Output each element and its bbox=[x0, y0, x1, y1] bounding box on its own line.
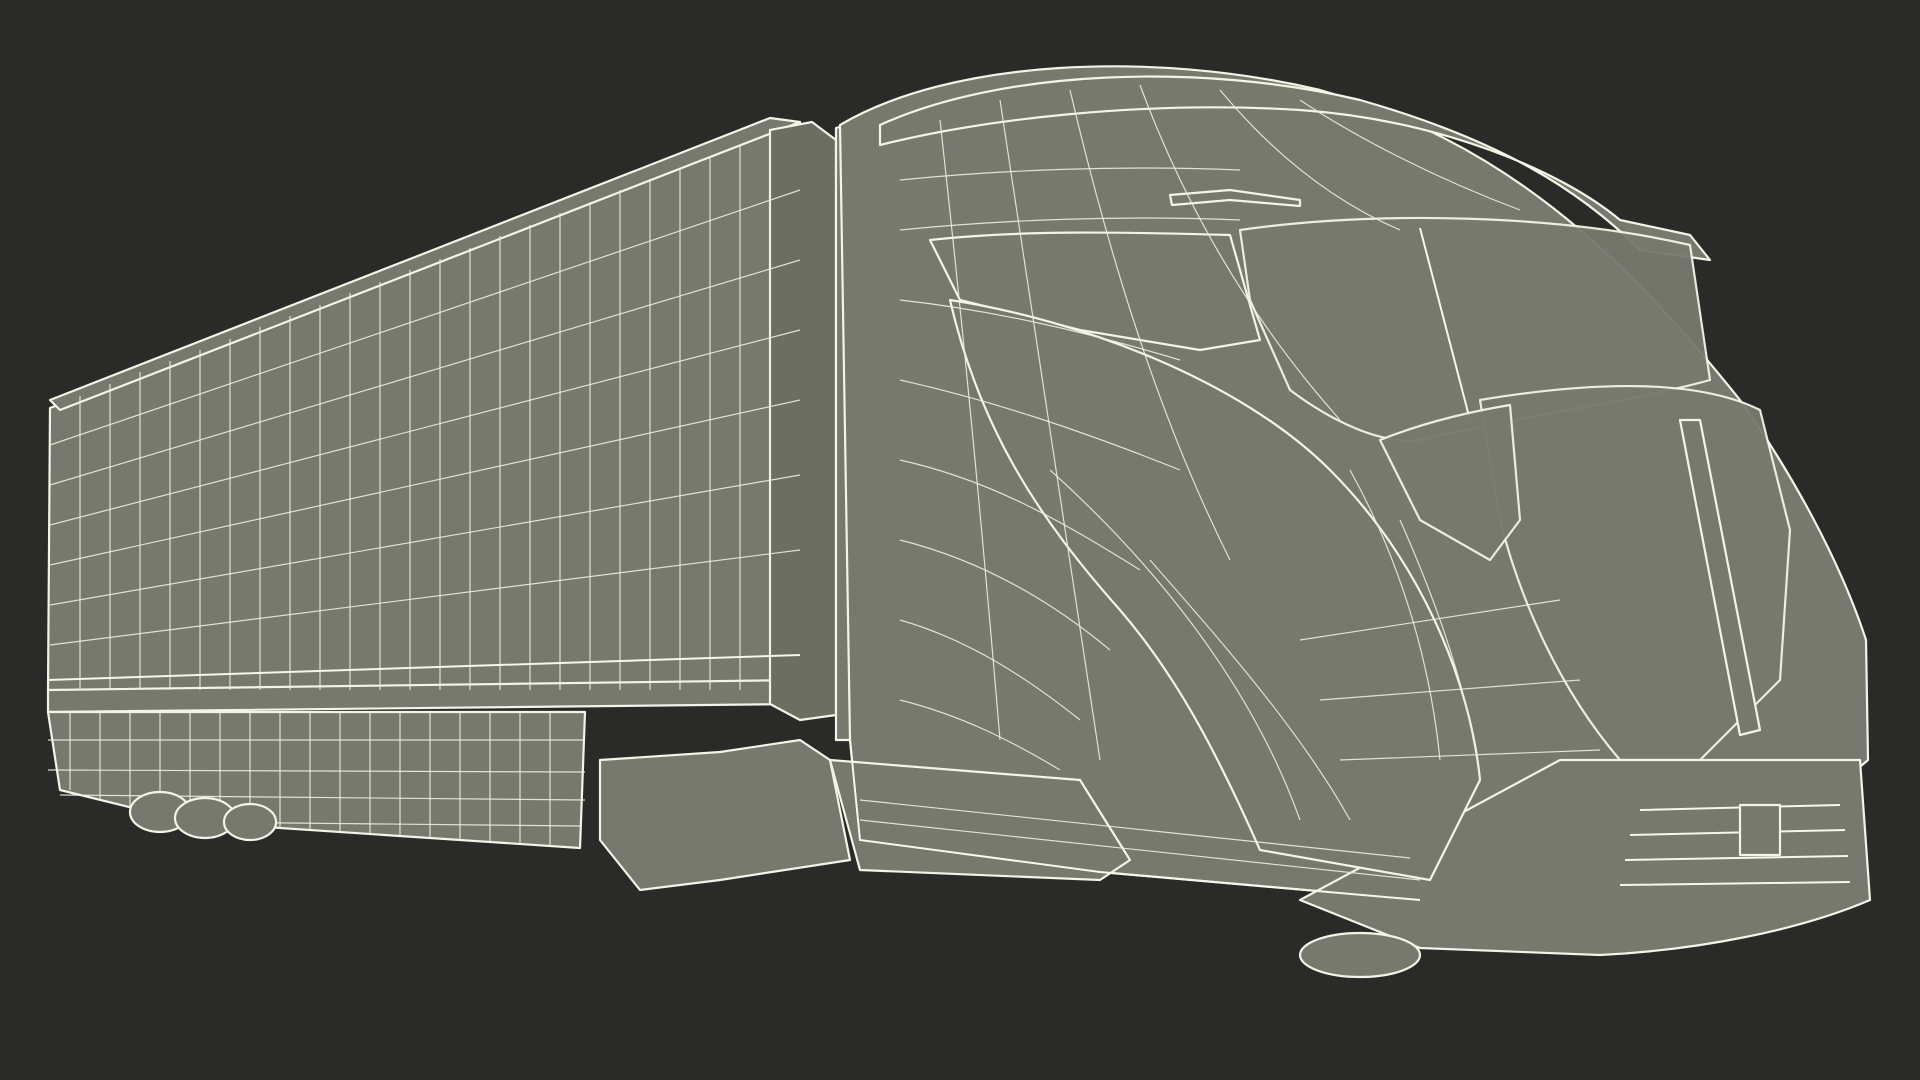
trailer-front-corner-post bbox=[768, 120, 838, 722]
truck-wireframe-render bbox=[46, 65, 1872, 979]
step-housing bbox=[598, 738, 852, 892]
trailer-side-skirt bbox=[46, 710, 587, 850]
trailer bbox=[46, 116, 838, 850]
front-wheel bbox=[1298, 931, 1422, 979]
trailer-side-panel bbox=[46, 120, 802, 706]
render-viewport bbox=[0, 0, 1920, 1080]
